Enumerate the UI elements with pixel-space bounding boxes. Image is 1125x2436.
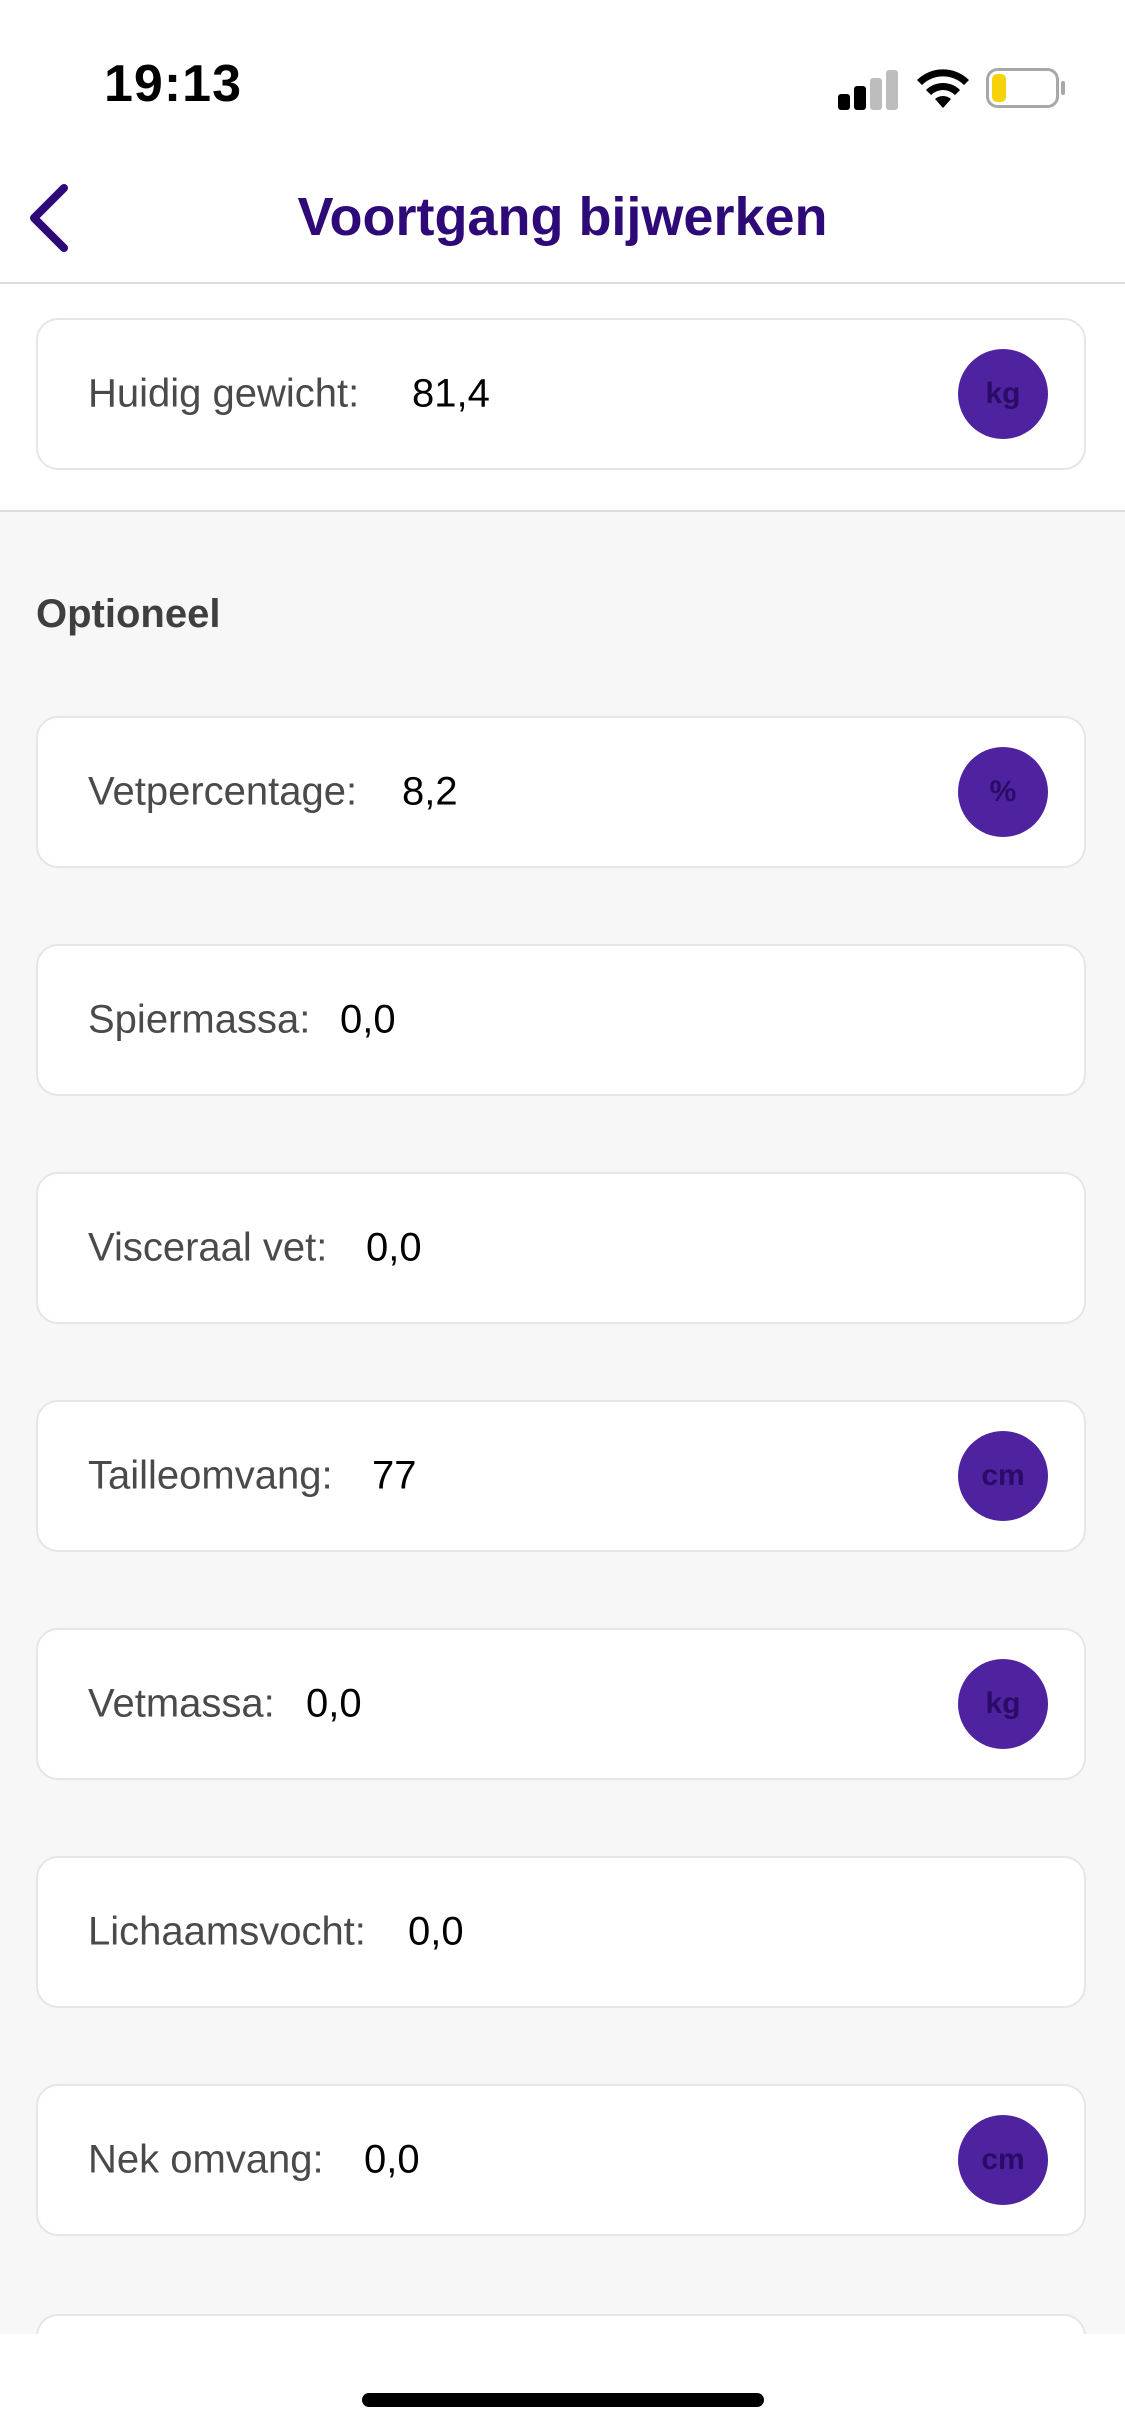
bottom-safe-area (0, 2334, 1125, 2436)
field-label: Lichaamsvocht: (88, 1909, 366, 1954)
field-label: Huidig gewicht: (88, 371, 360, 416)
field-label: Vetpercentage: (88, 769, 358, 814)
wifi-icon (917, 69, 969, 108)
unit-badge[interactable]: kg (958, 349, 1048, 439)
unit-badge[interactable]: % (958, 747, 1048, 837)
current-weight-input[interactable]: 81,4 (412, 372, 490, 417)
cellular-signal-icon (838, 70, 900, 110)
field-label: Spiermassa: (88, 997, 311, 1042)
body-water-input[interactable]: 0,0 (408, 1910, 464, 1955)
section-heading: Optioneel (36, 592, 221, 636)
neck-circumference-field[interactable]: Nek omvang: 0,0 cm (36, 2084, 1086, 2236)
current-weight-field[interactable]: Huidig gewicht: 81,4 kg (36, 318, 1086, 470)
battery-icon (986, 68, 1065, 108)
waist-circumference-field[interactable]: Tailleomvang: 77 cm (36, 1400, 1086, 1552)
fat-percentage-field[interactable]: Vetpercentage: 8,2 % (36, 716, 1086, 868)
field-label: Tailleomvang: (88, 1453, 333, 1498)
field-label: Visceraal vet: (88, 1225, 328, 1270)
fat-mass-field[interactable]: Vetmassa: 0,0 kg (36, 1628, 1086, 1780)
field-label: Vetmassa: (88, 1681, 275, 1726)
muscle-mass-field[interactable]: Spiermassa: 0,0 (36, 944, 1086, 1096)
fat-percentage-input[interactable]: 8,2 (402, 770, 458, 815)
status-time: 19:13 (104, 55, 242, 113)
page-title: Voortgang bijwerken (297, 187, 828, 247)
navigation-bar: Voortgang bijwerken (0, 150, 1125, 284)
status-bar: 19:13 (0, 0, 1125, 150)
body-water-field[interactable]: Lichaamsvocht: 0,0 (36, 1856, 1086, 2008)
unit-badge[interactable]: cm (958, 1431, 1048, 1521)
field-label: Nek omvang: (88, 2137, 324, 2182)
visceral-fat-field[interactable]: Visceraal vet: 0,0 (36, 1172, 1086, 1324)
fat-mass-input[interactable]: 0,0 (306, 1682, 362, 1727)
waist-circumference-input[interactable]: 77 (372, 1454, 417, 1499)
neck-circumference-input[interactable]: 0,0 (364, 2138, 420, 2183)
unit-badge[interactable]: cm (958, 2115, 1048, 2205)
home-indicator[interactable] (362, 2393, 764, 2407)
visceral-fat-input[interactable]: 0,0 (366, 1226, 422, 1271)
muscle-mass-input[interactable]: 0,0 (340, 998, 396, 1043)
current-weight-section: Huidig gewicht: 81,4 kg (0, 284, 1125, 512)
unit-badge[interactable]: kg (958, 1659, 1048, 1749)
